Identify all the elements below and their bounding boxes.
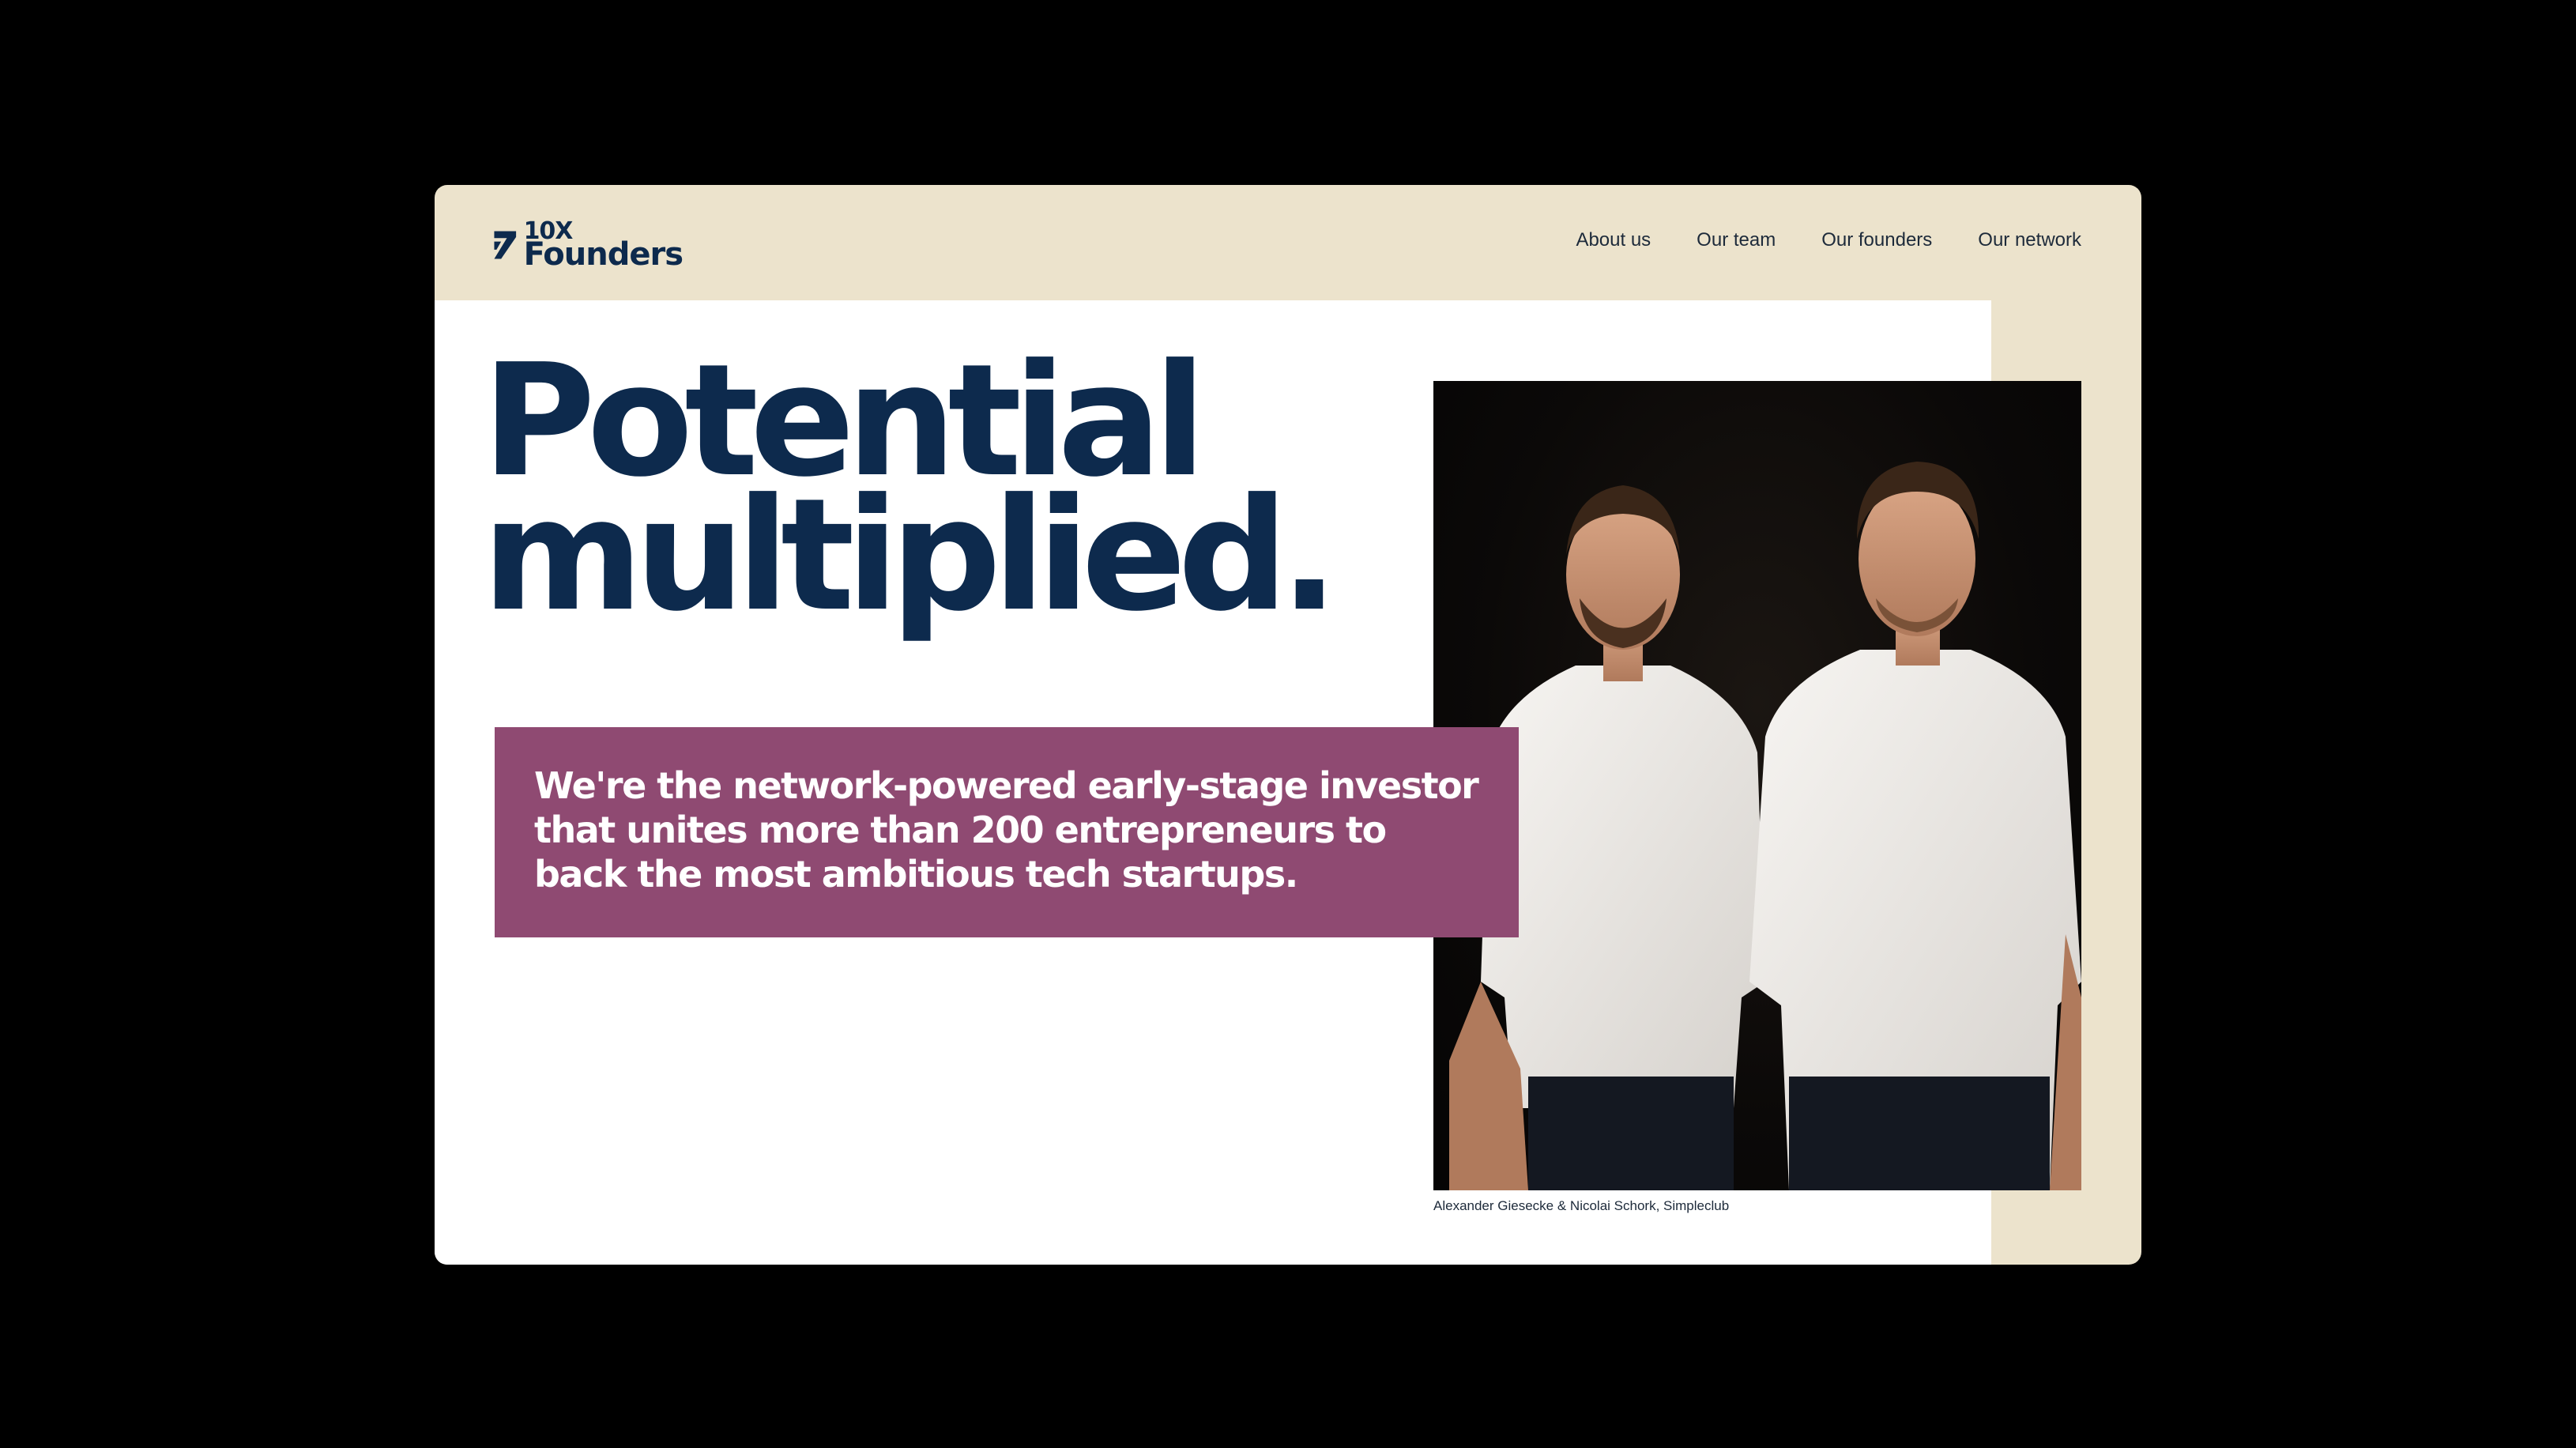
- browser-window: 10X Founders About us Our team Our found…: [435, 185, 2141, 1265]
- nav-item-our-network[interactable]: Our network: [1978, 226, 2081, 255]
- logo-line-2: Founders: [523, 236, 684, 273]
- logo-text: 10X Founders: [523, 220, 684, 273]
- logo-mark-icon: [494, 231, 517, 259]
- headline-line-2: multiplied.: [482, 466, 1339, 646]
- nav-item-our-founders[interactable]: Our founders: [1821, 226, 1932, 255]
- nav-item-our-team[interactable]: Our team: [1697, 226, 1776, 255]
- founders-photo: [1433, 381, 2081, 1190]
- tagline-box: We're the network-powered early-stage in…: [495, 727, 1519, 937]
- nav-item-about-us[interactable]: About us: [1576, 226, 1651, 255]
- main-nav: About us Our team Our founders Our netwo…: [1576, 226, 2081, 255]
- hero-headline: Potential multiplied.: [482, 344, 1339, 646]
- founders-photo-image: [1449, 462, 2081, 1190]
- logo[interactable]: 10X Founders: [493, 220, 684, 273]
- site-header: 10X Founders About us Our team Our found…: [435, 185, 2141, 300]
- hero-tagline: We're the network-powered early-stage in…: [534, 764, 1479, 896]
- photo-caption: Alexander Giesecke & Nicolai Schork, Sim…: [1433, 1198, 1730, 1213]
